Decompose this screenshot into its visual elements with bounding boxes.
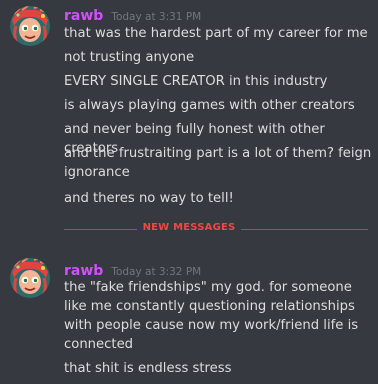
message-line: that was the hardest part of my career f… xyxy=(64,26,368,41)
message-line: the "fake friendships" my god. for someo… xyxy=(64,280,359,352)
message-line: and the frustraiting part is a lot of th… xyxy=(64,146,372,180)
timestamp: Today at 3:32 PM xyxy=(111,266,202,278)
message-header: rawb Today at 3:31 PM xyxy=(64,5,202,24)
user-avatar[interactable] xyxy=(10,258,50,298)
message-header: rawb Today at 3:32 PM xyxy=(64,260,202,279)
new-messages-label: NEW MESSAGES xyxy=(0,222,378,233)
message-line: and theres no way to tell! xyxy=(64,191,234,206)
username[interactable]: rawb xyxy=(64,8,103,24)
avatar-image xyxy=(10,258,50,298)
username[interactable]: rawb xyxy=(64,263,103,279)
avatar-image xyxy=(10,6,50,46)
message-line: EVERY SINGLE CREATOR in this industry xyxy=(64,74,328,89)
message-line: that shit is endless stress xyxy=(64,361,232,376)
timestamp: Today at 3:31 PM xyxy=(111,11,202,23)
message-line: not trusting anyone xyxy=(64,50,195,65)
new-messages-label-text: NEW MESSAGES xyxy=(136,222,242,233)
message-line: is always playing games with other creat… xyxy=(64,98,355,113)
user-avatar[interactable] xyxy=(10,6,50,46)
